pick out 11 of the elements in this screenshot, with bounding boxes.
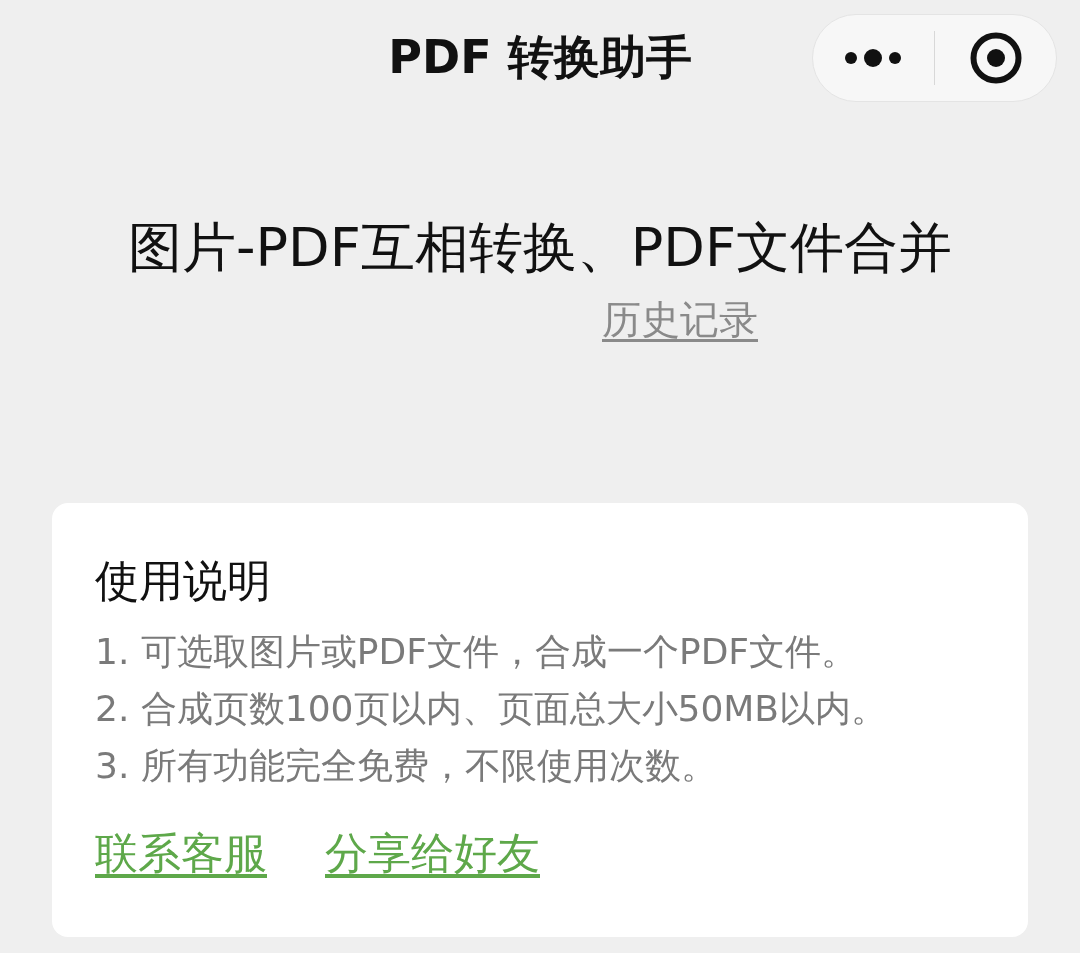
- more-icon: [845, 48, 902, 68]
- headline: 图片-PDF互相转换、PDF文件合并: [128, 215, 952, 281]
- page-title: PDF 转换助手: [388, 29, 692, 86]
- contact-link[interactable]: 联系客服: [95, 826, 267, 880]
- card-title: 使用说明: [95, 554, 271, 608]
- instruction-text: 2. 合成页数100页以内、页面总大小50MB以内。: [95, 687, 888, 731]
- instruction-text: 3. 所有功能完全免费，不限使用次数。: [95, 744, 717, 788]
- history-link[interactable]: 历史记录: [602, 295, 758, 345]
- target-icon: [969, 32, 1022, 84]
- share-link[interactable]: 分享给好友: [325, 826, 540, 880]
- instruction-text: 1. 可选取图片或PDF文件，合成一个PDF文件。: [95, 630, 858, 674]
